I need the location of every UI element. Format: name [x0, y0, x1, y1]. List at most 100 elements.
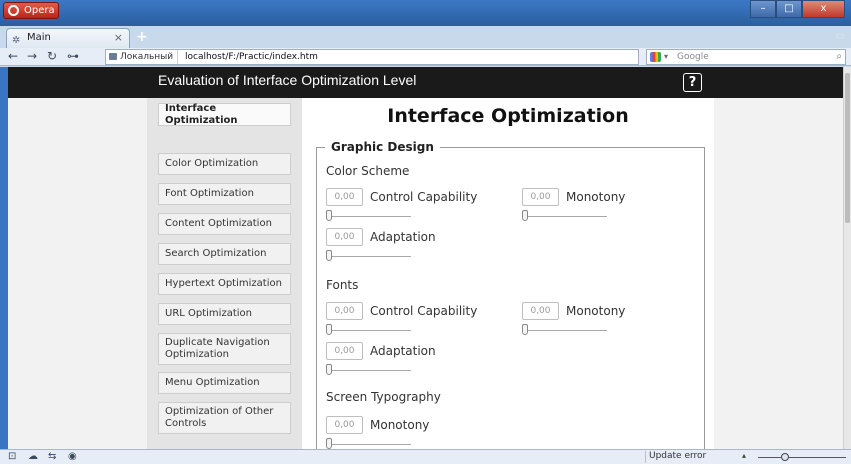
section-title-fonts: Fonts [326, 278, 359, 292]
status-bar: ⊡ ☁ ⇆ ◉ Update error ▴ [0, 449, 851, 464]
slider-handle[interactable] [522, 324, 528, 335]
title-bar: Opera – □ x [0, 0, 851, 26]
slider-track[interactable] [326, 216, 411, 217]
metric-label: Control Capability [370, 190, 478, 204]
sidebar-item-content-optimization[interactable]: Content Optimization [158, 213, 291, 235]
key-icon[interactable]: ⊶ [67, 49, 79, 64]
main-content: Interface Optimization Graphic Design Co… [302, 98, 714, 449]
slider-track[interactable] [522, 330, 607, 331]
sidebar-item-search-optimization[interactable]: Search Optimization [158, 243, 291, 265]
sidebar-item-label: Font Optimization [165, 188, 254, 199]
app-header: Evaluation of Interface Optimization Lev… [8, 67, 843, 98]
slider-track[interactable] [326, 330, 411, 331]
address-bar[interactable]: Локальный localhost/F:/Practic/index.htm [105, 49, 639, 65]
navigation-bar: ← → ↻ ⊶ Локальный localhost/F:/Practic/i… [0, 48, 851, 66]
sidebar-item-label: URL Optimization [165, 308, 252, 319]
tab-close-button[interactable]: × [114, 29, 123, 47]
left-edge-bar [0, 67, 8, 449]
metric-label: Monotony [566, 304, 626, 318]
panel-icon[interactable]: ⊡ [8, 451, 16, 462]
close-window-button[interactable]: x [802, 0, 845, 18]
metric-color-control-capability: 0,00 Control Capability [326, 188, 506, 222]
metric-label: Control Capability [370, 304, 478, 318]
site-label: Локальный [120, 52, 174, 62]
zoom-slider-handle[interactable] [781, 453, 789, 461]
metric-fonts-adaptation: 0,00 Adaptation [326, 342, 506, 376]
group-legend: Graphic Design [325, 140, 440, 154]
window-controls: – □ x [750, 0, 845, 18]
metric-label: Adaptation [370, 230, 436, 244]
tab-title: Main [27, 32, 51, 43]
sidebar-item-color-optimization[interactable]: Color Optimization [158, 153, 291, 175]
tab-list-icon[interactable]: ▭ [836, 31, 845, 42]
reload-button[interactable]: ↻ [47, 49, 57, 64]
site-badge[interactable]: Локальный [106, 50, 179, 64]
vertical-scrollbar[interactable] [843, 67, 851, 449]
sidebar-item-label: Search Optimization [165, 248, 267, 259]
help-button[interactable]: ? [683, 73, 702, 92]
metric-label: Monotony [370, 418, 430, 432]
metric-fonts-monotony: 0,00 Monotony [522, 302, 702, 336]
metric-fonts-control-capability: 0,00 Control Capability [326, 302, 506, 336]
sidebar-item-label: Hypertext Optimization [165, 278, 282, 289]
value-field[interactable]: 0,00 [326, 416, 363, 434]
sidebar-item-label: Menu Optimization [165, 377, 260, 388]
sidebar-item-label: Duplicate Navigation Optimization [165, 337, 270, 360]
value-field[interactable]: 0,00 [326, 302, 363, 320]
slider-track[interactable] [326, 256, 411, 257]
value-field[interactable]: 0,00 [522, 302, 559, 320]
cloud-icon[interactable]: ☁ [28, 451, 38, 462]
slider-track[interactable] [326, 370, 411, 371]
metric-color-monotony: 0,00 Monotony [522, 188, 702, 222]
sidebar-item-hypertext-optimization[interactable]: Hypertext Optimization [158, 273, 291, 295]
sidebar-item-url-optimization[interactable]: URL Optimization [158, 303, 291, 325]
scrollbar-thumb[interactable] [845, 73, 850, 223]
zoom-slider-track[interactable] [758, 457, 846, 458]
sidebar: Interface Optimization Color Optimizatio… [147, 98, 302, 449]
slider-handle[interactable] [326, 364, 332, 375]
metric-typography-monotony: 0,00 Monotony [326, 416, 506, 449]
slider-track[interactable] [522, 216, 607, 217]
metric-label: Adaptation [370, 344, 436, 358]
value-field[interactable]: 0,00 [326, 228, 363, 246]
sidebar-item-menu-optimization[interactable]: Menu Optimization [158, 372, 291, 394]
slider-handle[interactable] [326, 210, 332, 221]
sidebar-item-font-optimization[interactable]: Font Optimization [158, 183, 291, 205]
opera-menu-button[interactable]: Opera [3, 2, 59, 19]
slider-handle[interactable] [326, 324, 332, 335]
opera-logo-icon [8, 5, 19, 16]
back-button[interactable]: ← [8, 49, 18, 64]
status-text: Update error [649, 451, 707, 461]
tab-strip: ✲ Main × + ▭ [0, 26, 851, 48]
slider-handle[interactable] [326, 250, 332, 261]
local-site-icon [109, 53, 117, 60]
share-icon[interactable]: ⇆ [48, 451, 56, 462]
new-tab-button[interactable]: + [136, 29, 148, 45]
slider-track[interactable] [326, 444, 411, 445]
search-icon[interactable]: ⌕ [836, 50, 842, 64]
value-field[interactable]: 0,00 [326, 342, 363, 360]
slider-handle[interactable] [522, 210, 528, 221]
google-icon[interactable] [650, 52, 661, 62]
value-field[interactable]: 0,00 [522, 188, 559, 206]
maximize-button[interactable]: □ [776, 0, 802, 18]
slider-handle[interactable] [326, 438, 332, 449]
search-field[interactable]: ▾ Google ⌕ [646, 49, 846, 65]
value-field[interactable]: 0,00 [326, 188, 363, 206]
sidebar-item-label: Content Optimization [165, 218, 272, 229]
sidebar-item-interface-optimization[interactable]: Interface Optimization [158, 103, 291, 126]
search-engine-caret-icon[interactable]: ▾ [664, 50, 668, 64]
forward-button[interactable]: → [27, 49, 37, 64]
sidebar-item-other-controls-optimization[interactable]: Optimization of Other Controls [158, 402, 291, 434]
search-placeholder: Google [677, 52, 709, 62]
status-divider [645, 451, 646, 463]
tab-main[interactable]: ✲ Main × [6, 28, 130, 48]
app-title: Evaluation of Interface Optimization Lev… [158, 72, 417, 88]
page-title: Interface Optimization [387, 105, 629, 127]
section-title-color-scheme: Color Scheme [326, 164, 410, 178]
turbo-icon[interactable]: ◉ [68, 451, 77, 462]
url-text[interactable]: localhost/F:/Practic/index.htm [181, 52, 318, 62]
minimize-button[interactable]: – [750, 0, 776, 18]
sidebar-item-duplicate-navigation-optimization[interactable]: Duplicate Navigation Optimization [158, 333, 291, 365]
zoom-caret-icon[interactable]: ▴ [742, 451, 746, 460]
